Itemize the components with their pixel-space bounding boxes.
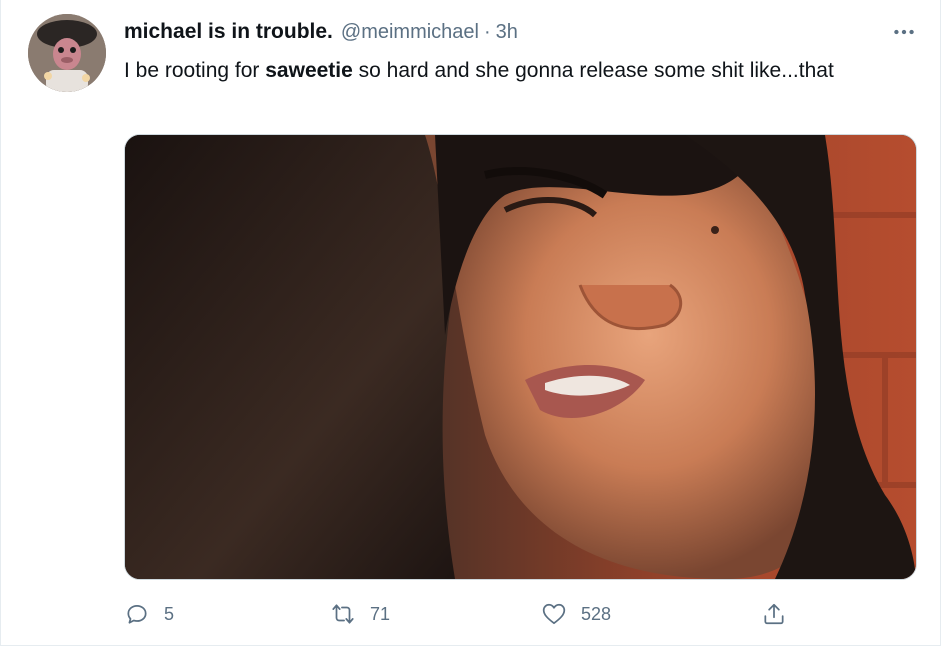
avatar-image xyxy=(28,14,106,92)
tweet-card[interactable]: michael is in trouble. @meimmichael · 3h… xyxy=(0,0,941,646)
tweet-text-prefix: I be rooting for xyxy=(124,59,266,82)
tweet-text-bold: saweetie xyxy=(265,59,353,82)
like-count: 528 xyxy=(581,603,612,624)
tweet-text-suffix: so hard and she gonna release some shit … xyxy=(352,59,834,82)
tweet-timestamp[interactable]: 3h xyxy=(496,21,518,44)
tweet-text: I be rooting for saweetie so hard and sh… xyxy=(124,55,904,86)
share-icon xyxy=(764,603,784,625)
like-button[interactable]: 528 xyxy=(541,596,611,632)
separator-dot: · xyxy=(484,20,491,43)
author-handle[interactable]: @meimmichael xyxy=(341,21,479,44)
tweet-actions: 5 71 528 xyxy=(124,596,824,632)
reply-count: 5 xyxy=(164,603,175,624)
photo-icon xyxy=(125,135,916,579)
retweet-count: 71 xyxy=(370,603,391,624)
share-button[interactable] xyxy=(761,596,787,632)
author-display-name[interactable]: michael is in trouble. xyxy=(124,20,333,44)
heart-icon xyxy=(542,603,566,625)
retweet-icon xyxy=(332,604,354,624)
tweet-media-image[interactable] xyxy=(124,134,917,580)
more-horizontal-icon xyxy=(894,29,914,35)
retweet-button[interactable]: 71 xyxy=(330,596,390,632)
tweet-header: michael is in trouble. @meimmichael · 3h xyxy=(124,18,518,46)
author-avatar[interactable] xyxy=(28,14,106,92)
reply-button[interactable]: 5 xyxy=(124,596,174,632)
more-options-button[interactable] xyxy=(886,20,922,44)
reply-icon xyxy=(127,605,147,624)
